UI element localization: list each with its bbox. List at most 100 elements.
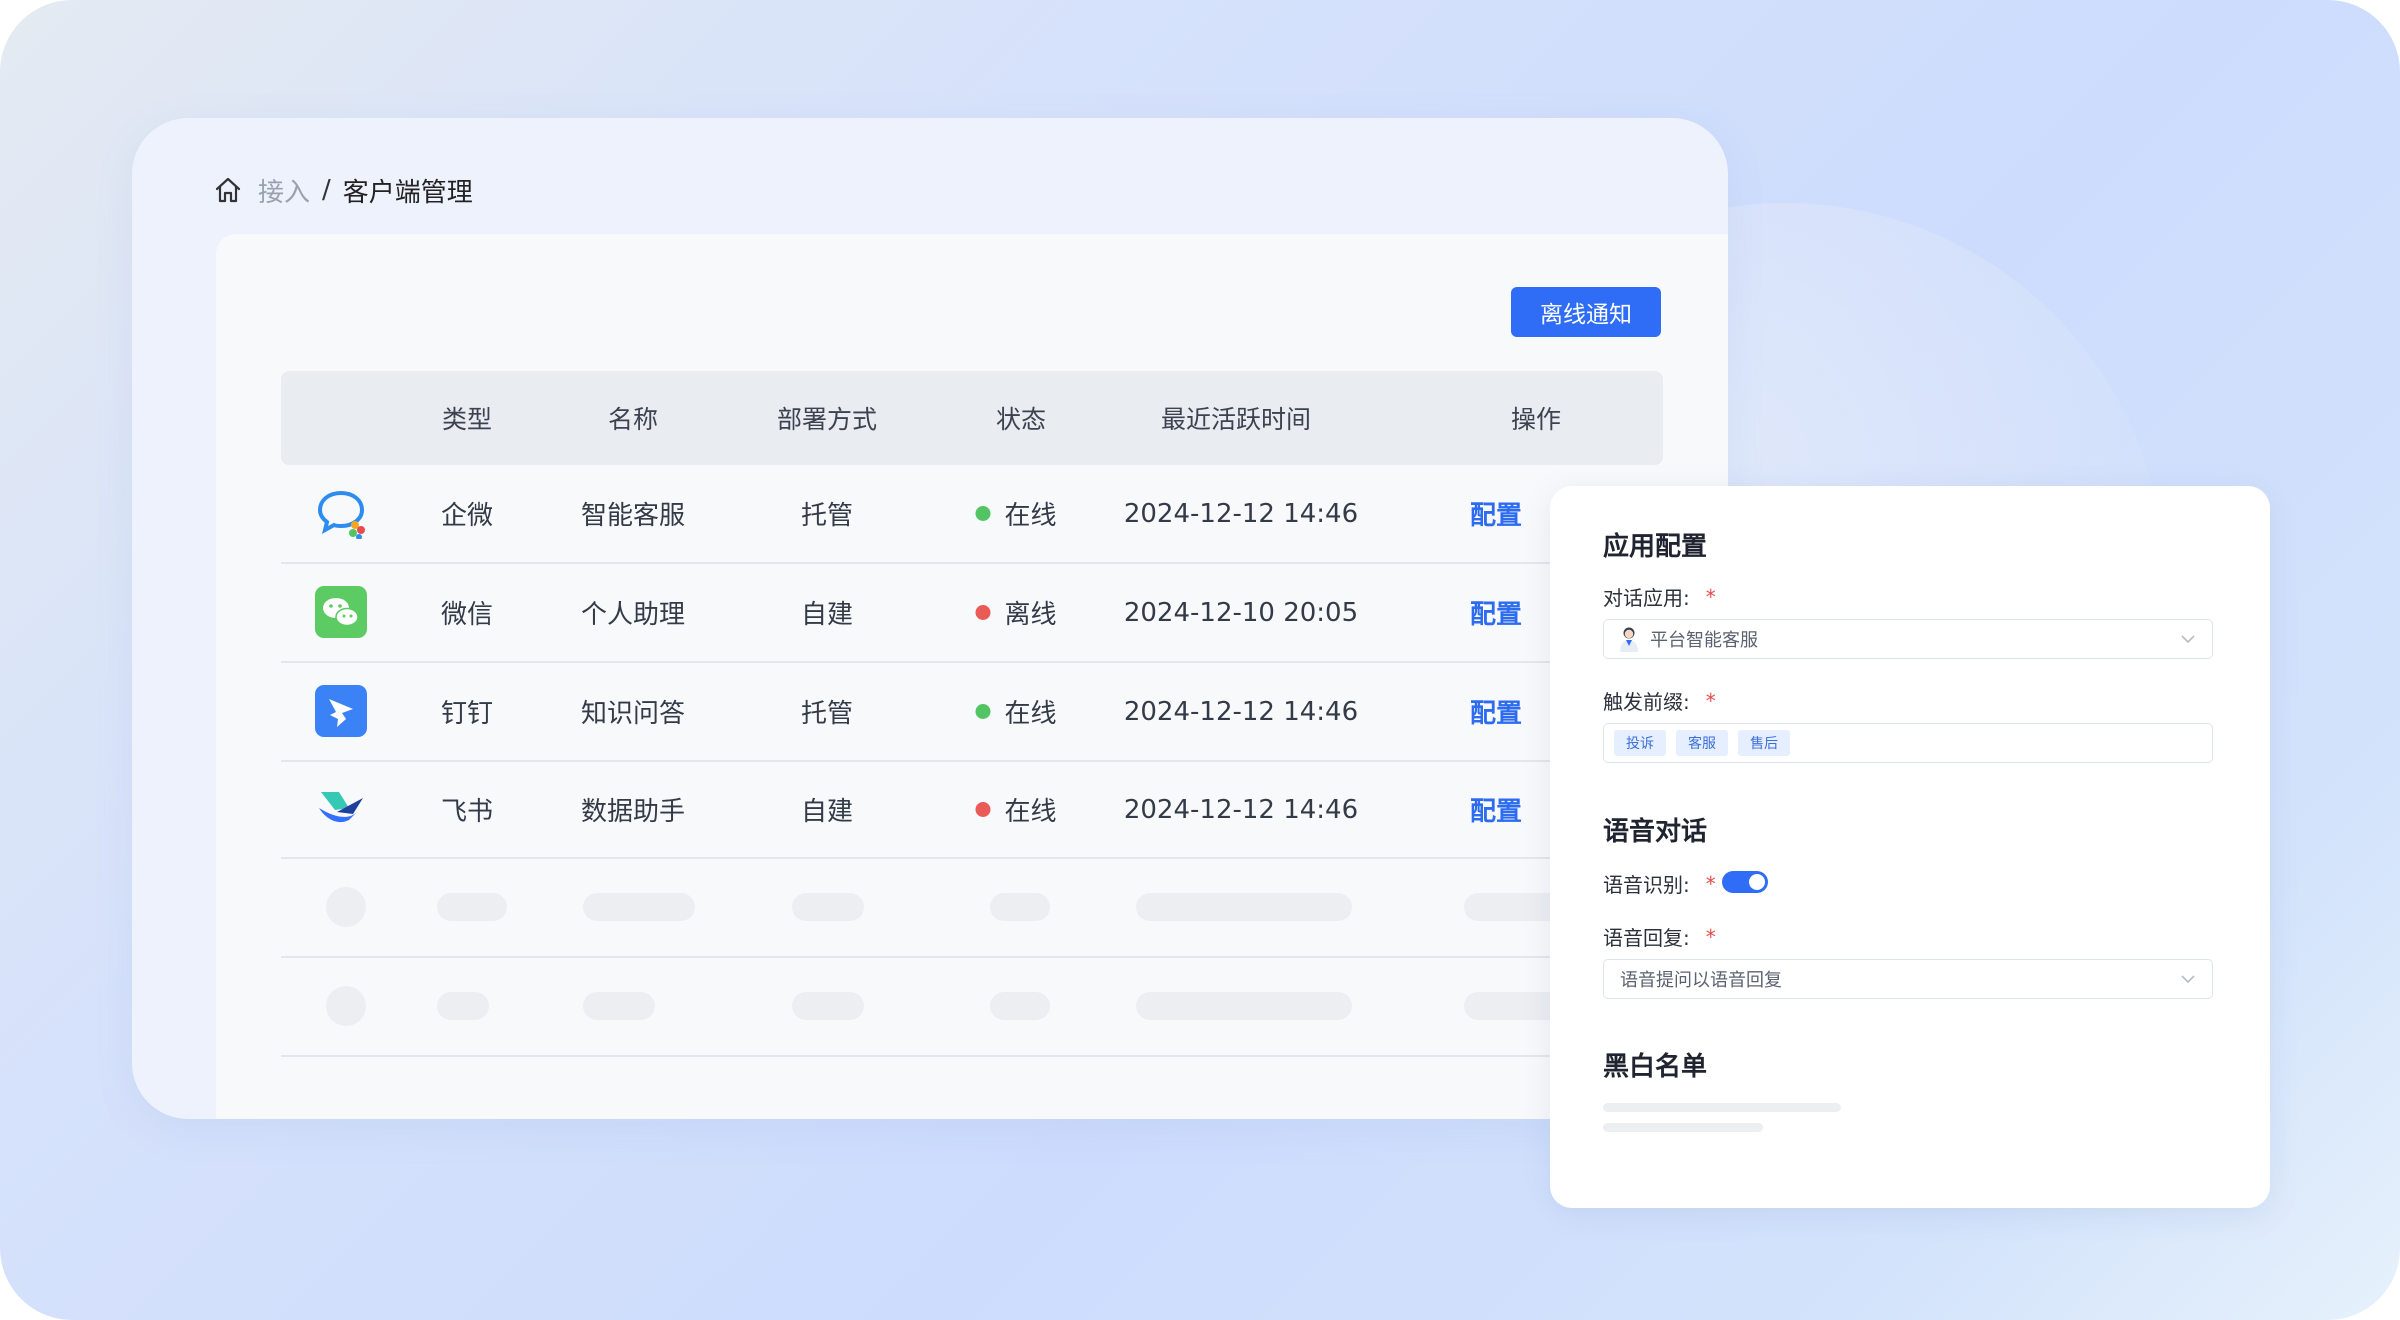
table-row: 微信 个人助理 自建 离线 2024-12-10 20:05 配置 — [281, 564, 1681, 663]
status-text: 离线 — [1004, 600, 1057, 630]
cell-deploy: 托管 — [800, 699, 854, 729]
skeleton-bar — [1136, 893, 1352, 921]
configure-link[interactable]: 配置 — [1470, 465, 1522, 562]
configure-link[interactable]: 配置 — [1470, 564, 1522, 661]
trigger-prefix-label: 触发前缀: * — [1603, 686, 1716, 715]
screen-background: 接入 / 客户端管理 离线通知 类型 名称 部署方式 状态 最近活跃时间 操作 … — [0, 0, 2400, 1320]
dialog-app-label-text: 对话应用: — [1603, 586, 1690, 610]
prefix-tag[interactable]: 售后 — [1738, 730, 1790, 756]
feishu-icon — [315, 782, 367, 834]
table-row: 飞书 数据助手 自建 在线 2024-12-12 14:46 配置 — [281, 762, 1681, 859]
status-text: 在线 — [1004, 501, 1057, 531]
configure-link[interactable]: 配置 — [1470, 663, 1522, 760]
skeleton-avatar — [326, 986, 366, 1026]
voice-reply-value: 语音提问以语音回复 — [1620, 970, 1782, 991]
wechat-icon — [315, 586, 367, 638]
skeleton-bar — [1603, 1123, 1763, 1132]
cell-type: 微信 — [440, 600, 494, 630]
status-text: 在线 — [1004, 797, 1057, 827]
required-mark: * — [1705, 584, 1716, 609]
breadcrumb-current: 客户端管理 — [342, 177, 473, 208]
cell-last-active: 2024-12-12 14:46 — [1123, 498, 1359, 529]
cell-status: 离线 — [975, 564, 1057, 661]
cell-deploy: 自建 — [800, 797, 854, 827]
cell-name: 智能客服 — [580, 501, 686, 531]
status-text: 在线 — [1004, 699, 1057, 729]
cell-name: 个人助理 — [580, 600, 686, 630]
required-mark: * — [1705, 924, 1716, 949]
breadcrumb: 接入 / 客户端管理 — [212, 170, 473, 210]
avatar — [1618, 626, 1640, 652]
tag-list: 投诉 客服 售后 — [1614, 730, 1800, 756]
app-config-title: 应用配置 — [1603, 532, 1708, 562]
table-row: 企微 智能客服 托管 在线 2024-12-12 14:46 配置 — [281, 465, 1681, 564]
cell-type: 飞书 — [440, 797, 494, 827]
trigger-prefix-input[interactable]: 投诉 客服 售后 — [1603, 723, 2213, 763]
toggle-knob — [1749, 874, 1765, 890]
voice-recognition-label-text: 语音识别: — [1603, 873, 1690, 897]
configure-link[interactable]: 配置 — [1470, 762, 1522, 857]
column-header-type: 类型 — [441, 405, 493, 434]
voice-recognition-toggle[interactable] — [1722, 871, 1768, 893]
table-row: 钉钉 知识问答 托管 在线 2024-12-12 14:46 配置 — [281, 663, 1681, 762]
skeleton-bar — [1136, 992, 1352, 1020]
breadcrumb-parent-link[interactable]: 接入 — [258, 172, 310, 209]
cell-status: 在线 — [975, 465, 1057, 562]
skeleton-bar — [437, 893, 507, 921]
status-dot-online — [975, 704, 991, 719]
column-header-deploy: 部署方式 — [776, 405, 878, 434]
voice-reply-label: 语音回复: * — [1603, 922, 1716, 951]
chevron-down-icon — [2178, 629, 2198, 649]
column-header-action: 操作 — [1510, 405, 1562, 434]
voice-reply-label-text: 语音回复: — [1603, 926, 1690, 950]
dingtalk-icon — [315, 685, 367, 737]
skeleton-bar — [1603, 1103, 1841, 1112]
offline-notice-button[interactable]: 离线通知 — [1511, 287, 1661, 337]
column-header-name: 名称 — [607, 405, 659, 434]
wecom-icon — [315, 487, 367, 540]
cell-name: 数据助手 — [580, 797, 686, 827]
status-dot — [975, 802, 991, 817]
prefix-tag[interactable]: 客服 — [1676, 730, 1728, 756]
cell-deploy: 托管 — [800, 501, 854, 531]
cell-status: 在线 — [975, 663, 1057, 760]
cell-last-active: 2024-12-12 14:46 — [1123, 794, 1359, 825]
skeleton-bar — [990, 992, 1050, 1020]
config-panel: 应用配置 对话应用: * 平台智能客服 触发前缀: * 投诉 客服 售后 语音对… — [1550, 486, 2270, 1208]
skeleton-avatar — [326, 887, 366, 927]
prefix-tag[interactable]: 投诉 — [1614, 730, 1666, 756]
breadcrumb-separator: / — [322, 175, 331, 205]
trigger-prefix-label-text: 触发前缀: — [1603, 690, 1690, 714]
dialog-app-select[interactable]: 平台智能客服 — [1603, 619, 2213, 659]
blacklist-title: 黑白名单 — [1603, 1052, 1708, 1082]
skeleton-bar — [583, 992, 655, 1020]
cell-deploy: 自建 — [800, 600, 854, 630]
column-header-last-active: 最近活跃时间 — [1160, 405, 1312, 434]
cell-last-active: 2024-12-12 14:46 — [1123, 696, 1359, 727]
skeleton-bar — [792, 893, 864, 921]
voice-reply-select[interactable]: 语音提问以语音回复 — [1603, 959, 2213, 999]
dialog-app-value: 平台智能客服 — [1650, 630, 1758, 651]
skeleton-row — [281, 859, 1681, 958]
cell-name: 知识问答 — [580, 699, 686, 729]
cell-type: 企微 — [440, 501, 494, 531]
column-header-status: 状态 — [995, 405, 1047, 434]
voice-dialog-title: 语音对话 — [1603, 817, 1708, 847]
cell-type: 钉钉 — [440, 699, 494, 729]
cell-status: 在线 — [975, 762, 1057, 857]
skeleton-bar — [990, 893, 1050, 921]
status-dot-offline — [975, 605, 991, 620]
skeleton-bar — [792, 992, 864, 1020]
voice-recognition-label: 语音识别: * — [1603, 869, 1716, 898]
table-header: 类型 名称 部署方式 状态 最近活跃时间 操作 — [281, 371, 1663, 465]
skeleton-bar — [583, 893, 695, 921]
home-icon[interactable] — [212, 174, 244, 206]
skeleton-bar — [437, 992, 489, 1020]
required-mark: * — [1705, 871, 1716, 896]
chevron-down-icon — [2178, 969, 2198, 989]
dialog-app-label: 对话应用: * — [1603, 582, 1716, 611]
skeleton-row — [281, 958, 1681, 1057]
cell-last-active: 2024-12-10 20:05 — [1123, 597, 1359, 628]
status-dot-online — [975, 506, 991, 521]
required-mark: * — [1705, 688, 1716, 713]
